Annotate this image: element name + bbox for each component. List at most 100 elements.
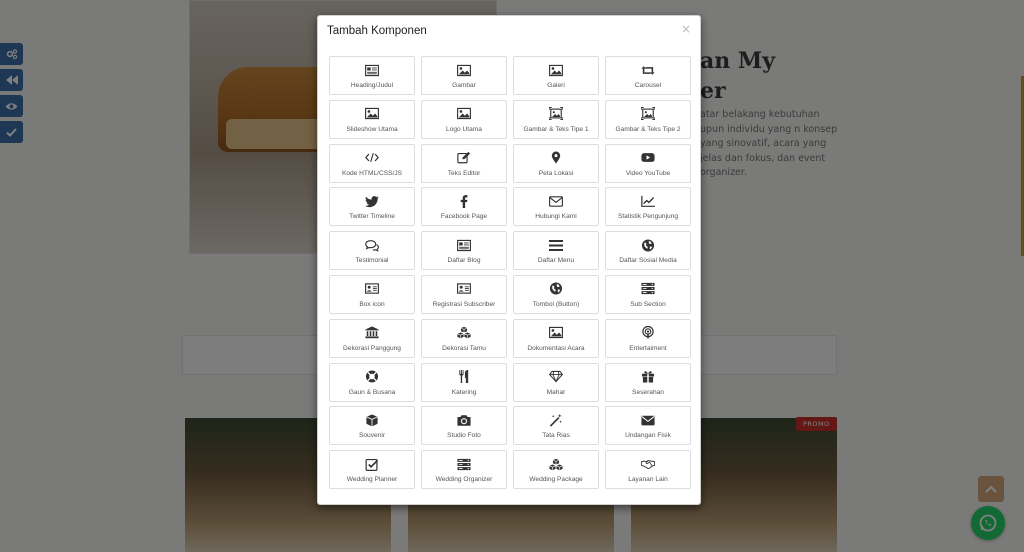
bars-icon bbox=[548, 238, 564, 252]
image-icon bbox=[364, 107, 380, 121]
component-label: Dekorasi Tamu bbox=[442, 344, 486, 352]
component-tile[interactable]: Tata Rias bbox=[513, 406, 599, 446]
component-tile[interactable]: Daftar Blog bbox=[421, 231, 507, 271]
component-tile[interactable]: Sub Section bbox=[605, 274, 691, 314]
component-tile[interactable]: Katering bbox=[421, 362, 507, 402]
component-label: Dekorasi Panggung bbox=[343, 344, 401, 352]
component-label: Sub Section bbox=[630, 300, 666, 308]
component-label: Undangan Fisik bbox=[625, 432, 671, 440]
component-tile[interactable]: Gambar & Teks Tipe 1 bbox=[513, 99, 599, 139]
camera-icon bbox=[456, 413, 472, 427]
component-tile[interactable]: Slideshow Utama bbox=[329, 99, 415, 139]
modal-title: Tambah Komponen bbox=[327, 25, 427, 37]
component-label: Studio Foto bbox=[447, 432, 481, 440]
component-tile[interactable]: Facebook Page bbox=[421, 187, 507, 227]
component-tile[interactable]: Undangan Fisik bbox=[605, 406, 691, 446]
server-icon bbox=[640, 282, 656, 296]
component-label: Souvenir bbox=[358, 432, 386, 440]
institution-icon bbox=[364, 326, 380, 340]
cubes-icon bbox=[548, 457, 564, 471]
globe-icon bbox=[548, 282, 564, 296]
life-ring-icon bbox=[364, 370, 380, 384]
component-label: Katering bbox=[451, 388, 477, 396]
component-tile[interactable]: Box icon bbox=[329, 274, 415, 314]
component-tile[interactable]: Studio Foto bbox=[421, 406, 507, 446]
component-tile[interactable]: Testimonial bbox=[329, 231, 415, 271]
component-tile[interactable]: Kode HTML/CSS/JS bbox=[329, 143, 415, 183]
component-tile[interactable]: Daftar Menu bbox=[513, 231, 599, 271]
podcast-icon bbox=[640, 326, 656, 340]
component-tile[interactable]: Statistik Pengunjung bbox=[605, 187, 691, 227]
line-chart-icon bbox=[640, 194, 656, 208]
component-tile[interactable]: Registrasi Subscriber bbox=[421, 274, 507, 314]
component-tile[interactable]: Gambar & Teks Tipe 2 bbox=[605, 99, 691, 139]
component-tile[interactable]: Dokumentasi Acara bbox=[513, 318, 599, 358]
component-label: Daftar Blog bbox=[447, 257, 481, 265]
comments-icon bbox=[364, 238, 380, 252]
component-label: Registrasi Subscriber bbox=[432, 300, 496, 308]
code-icon bbox=[364, 151, 380, 165]
component-tile[interactable]: Galeri bbox=[513, 56, 599, 95]
component-tile[interactable]: Gaun & Busana bbox=[329, 362, 415, 402]
component-tile[interactable]: Wedding Package bbox=[513, 450, 599, 490]
component-tile[interactable]: Daftar Sosial Media bbox=[605, 231, 691, 271]
envelope-filled-icon bbox=[640, 413, 656, 427]
component-label: Peta Lokasi bbox=[538, 169, 574, 177]
component-tile[interactable]: Dekorasi Panggung bbox=[329, 318, 415, 358]
map-marker-icon bbox=[548, 151, 564, 165]
component-label: Daftar Menu bbox=[537, 257, 575, 265]
component-label: Twitter Timeline bbox=[349, 213, 395, 221]
component-tile[interactable]: Gambar bbox=[421, 56, 507, 95]
server-icon bbox=[456, 457, 472, 471]
component-tile[interactable]: Twitter Timeline bbox=[329, 187, 415, 227]
component-tile[interactable]: Layanan Lain bbox=[605, 450, 691, 490]
component-label: Slideshow Utama bbox=[346, 125, 398, 133]
component-label: Logo Utama bbox=[446, 125, 482, 133]
component-label: Box icon bbox=[359, 300, 385, 308]
component-grid: Heading/Judul Gambar Galeri Carousel Slidesh… bbox=[329, 56, 691, 490]
envelope-icon bbox=[548, 194, 564, 208]
component-tile[interactable]: Wedding Organizer bbox=[421, 450, 507, 490]
component-tile[interactable]: Entertaiment bbox=[605, 318, 691, 358]
component-tile[interactable]: Souvenir bbox=[329, 406, 415, 446]
component-tile[interactable]: Video YouTube bbox=[605, 143, 691, 183]
component-label: Seserahan bbox=[632, 388, 664, 396]
component-label: Gambar bbox=[452, 82, 476, 89]
component-tile[interactable]: Dekorasi Tamu bbox=[421, 318, 507, 358]
framed-image-icon bbox=[640, 107, 656, 121]
globe-icon bbox=[640, 238, 656, 252]
edit-icon bbox=[456, 151, 472, 165]
component-label: Galeri bbox=[547, 82, 565, 89]
component-label: Tata Rias bbox=[542, 432, 570, 440]
facebook-icon bbox=[456, 194, 472, 208]
component-label: Facebook Page bbox=[440, 213, 488, 221]
component-tile[interactable]: Hubungi Kami bbox=[513, 187, 599, 227]
component-tile[interactable]: Teks Editor bbox=[421, 143, 507, 183]
component-tile[interactable]: Mahar bbox=[513, 362, 599, 402]
framed-image-icon bbox=[548, 107, 564, 121]
component-label: Tombol (Button) bbox=[532, 300, 580, 308]
image-icon bbox=[548, 326, 564, 340]
component-tile[interactable]: Tombol (Button) bbox=[513, 274, 599, 314]
component-label: Carousel bbox=[634, 82, 662, 89]
id-card-icon bbox=[364, 282, 380, 296]
component-label: Testimonial bbox=[355, 257, 389, 265]
utensils-icon bbox=[456, 370, 472, 384]
component-tile[interactable]: Wedding Planner bbox=[329, 450, 415, 490]
component-tile[interactable]: Heading/Judul bbox=[329, 56, 415, 95]
image-icon bbox=[456, 107, 472, 121]
component-tile[interactable]: Peta Lokasi bbox=[513, 143, 599, 183]
component-tile[interactable]: Seserahan bbox=[605, 362, 691, 402]
handshake-icon bbox=[640, 457, 656, 471]
newspaper-icon bbox=[364, 63, 380, 77]
component-label: Daftar Sosial Media bbox=[619, 257, 677, 265]
gift-icon bbox=[640, 370, 656, 384]
add-component-modal: Tambah Komponen × Heading/Judul Gambar Gal… bbox=[317, 15, 701, 505]
component-label: Mahar bbox=[546, 388, 566, 396]
close-button[interactable]: × bbox=[681, 22, 691, 36]
component-tile[interactable]: Logo Utama bbox=[421, 99, 507, 139]
component-label: Gaun & Busana bbox=[348, 388, 396, 396]
component-label: Entertaiment bbox=[629, 344, 667, 352]
component-tile[interactable]: Carousel bbox=[605, 56, 691, 95]
diamond-icon bbox=[548, 370, 564, 384]
